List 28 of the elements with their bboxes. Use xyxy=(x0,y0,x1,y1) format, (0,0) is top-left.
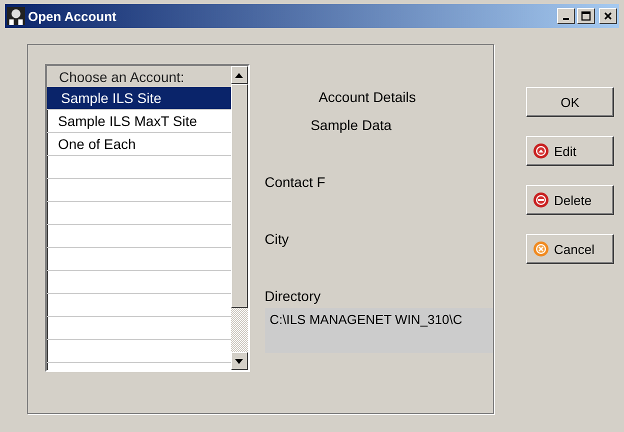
cancel-icon xyxy=(533,241,549,257)
scroll-down-icon xyxy=(235,358,244,364)
window-title: Open Account xyxy=(28,8,118,24)
field-label: Contact F xyxy=(264,174,326,190)
close-button[interactable] xyxy=(599,8,617,24)
account-name: Sample Data xyxy=(310,117,393,133)
list-header: Choose an Account: xyxy=(47,66,231,87)
details-title: Account Details xyxy=(318,89,417,105)
cancel-button[interactable]: Cancel xyxy=(526,234,614,264)
field-label: Directory xyxy=(264,288,322,304)
minus-circle-icon xyxy=(533,192,549,208)
up-circle-icon xyxy=(533,143,549,159)
list-item[interactable]: One of Each xyxy=(47,133,231,156)
directory-value: C:\ILS MANAGENET WIN_310\C xyxy=(264,308,493,353)
minimize-icon xyxy=(563,18,569,20)
ok-button[interactable]: OK xyxy=(526,87,614,117)
minimize-button[interactable] xyxy=(557,8,575,24)
app-icon xyxy=(7,7,25,25)
scrollbar[interactable] xyxy=(230,66,248,370)
edit-button[interactable]: Edit xyxy=(526,136,614,166)
close-icon xyxy=(603,11,613,21)
maximize-icon xyxy=(581,11,591,21)
list-item[interactable]: Sample ILS Site xyxy=(47,87,231,110)
list-item[interactable]: Sample ILS MaxT Site xyxy=(47,110,231,133)
scroll-up-icon xyxy=(235,72,244,78)
delete-button[interactable]: Delete xyxy=(526,185,614,215)
field-label: City xyxy=(264,231,290,247)
maximize-button[interactable] xyxy=(577,8,595,24)
